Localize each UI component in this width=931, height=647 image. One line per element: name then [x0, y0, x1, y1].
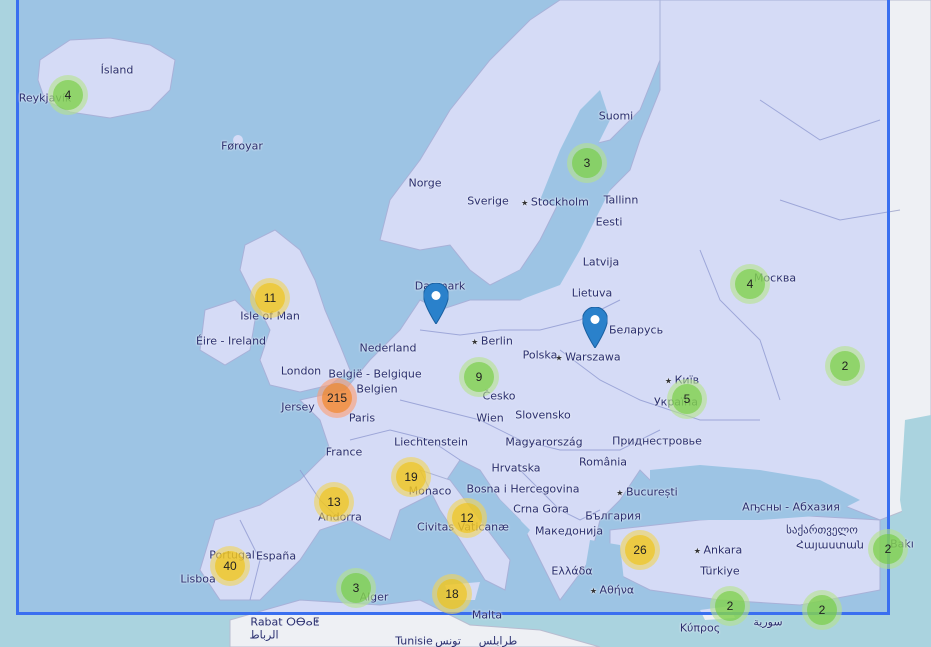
cluster-count: 9 — [464, 362, 494, 392]
cluster-marker-caucasus[interactable]: 2 — [868, 529, 908, 569]
place-label-apsny: Аҧсны - Абхазия — [742, 500, 840, 514]
place-label-kypros: Κύπρος — [679, 621, 721, 635]
place-label-suomi: Suomi — [598, 109, 634, 123]
cluster-count: 2 — [830, 351, 860, 381]
place-label-polska: Polska — [522, 348, 558, 362]
cluster-count: 12 — [452, 503, 482, 533]
cluster-count: 2 — [873, 534, 903, 564]
cluster-marker-rome[interactable]: 12 — [447, 498, 487, 538]
cluster-count: 4 — [53, 80, 83, 110]
cluster-marker-portugal[interactable]: 40 — [210, 546, 250, 586]
cluster-count: 4 — [735, 269, 765, 299]
place-label-malta: Malta — [471, 608, 503, 622]
place-label-rabat-ar: الرباط — [249, 628, 279, 642]
place-label-lisboa: Lisboa — [180, 572, 216, 586]
map-pin-icon-hamburg[interactable] — [422, 282, 450, 328]
place-label-rabat: Rabat ⵔⴱⴰⵟ — [250, 615, 320, 629]
place-label-romania: România — [578, 455, 628, 469]
place-label-ankara: Ankara — [694, 544, 743, 557]
cluster-marker-iceland[interactable]: 4 — [48, 75, 88, 115]
cluster-marker-paris[interactable]: 215 — [317, 378, 357, 418]
place-label-stockholm: Stockholm — [521, 196, 589, 209]
place-label-liechtenstein: Liechtenstein — [394, 435, 468, 449]
cluster-count: 2 — [807, 595, 837, 625]
cluster-count: 2 — [715, 591, 745, 621]
place-label-eire: Éire - Ireland — [195, 334, 267, 348]
place-label-crna-gora: Crna Gora — [513, 502, 569, 516]
place-label-magyarorszag: Magyarország — [505, 435, 583, 449]
cluster-marker-finland[interactable]: 3 — [567, 143, 607, 183]
cluster-count: 19 — [396, 462, 426, 492]
place-label-belarus: Беларусь — [608, 323, 664, 337]
cluster-marker-algeria[interactable]: 3 — [336, 568, 376, 608]
place-label-nederland: Nederland — [359, 341, 417, 355]
cluster-count: 13 — [319, 487, 349, 517]
place-label-sverige: Sverige — [467, 194, 509, 208]
place-label-ellada: Ελλάδα — [551, 564, 593, 578]
cluster-count: 3 — [572, 148, 602, 178]
place-label-athina: Αθήνα — [590, 584, 635, 597]
place-label-suriya: سورية — [753, 615, 783, 629]
place-label-pridnestrovie: Приднестровье — [612, 434, 702, 448]
cluster-marker-alps[interactable]: 19 — [391, 457, 431, 497]
cluster-count: 11 — [255, 283, 285, 313]
place-label-libya: طرابلس — [478, 634, 518, 647]
place-label-belgien: Belgien — [356, 382, 398, 396]
place-label-lietuva: Lietuva — [571, 286, 613, 300]
place-label-bosna: Bosna i Hercegovina — [466, 482, 580, 496]
place-label-berlin: Berlin — [471, 335, 513, 348]
place-label-bucuresti: București — [616, 486, 678, 499]
cluster-marker-ukraine[interactable]: 5 — [667, 379, 707, 419]
cluster-count: 215 — [322, 383, 352, 413]
place-label-espana: España — [255, 549, 297, 563]
place-label-warszawa: Warszawa — [555, 351, 620, 364]
cluster-marker-uk-north[interactable]: 11 — [250, 278, 290, 318]
cluster-marker-turkey-west[interactable]: 26 — [620, 530, 660, 570]
place-label-norge: Norge — [408, 176, 442, 190]
place-label-armenia: Հայաստան — [796, 538, 864, 552]
cluster-marker-syria[interactable]: 2 — [802, 590, 842, 630]
place-label-wien: Wien — [476, 411, 504, 425]
map-view[interactable]: ÍslandReykjavíkFøroyarSuomiNorgeSverigeS… — [0, 0, 931, 647]
map-pin-icon-warsaw[interactable] — [581, 306, 609, 352]
cluster-count: 40 — [215, 551, 245, 581]
place-label-slovensko: Slovensko — [515, 408, 571, 422]
cluster-count: 26 — [625, 535, 655, 565]
cluster-marker-pyrenees[interactable]: 13 — [314, 482, 354, 522]
place-label-london: London — [280, 364, 322, 378]
cluster-count: 18 — [437, 579, 467, 609]
cluster-marker-sicily[interactable]: 18 — [432, 574, 472, 614]
place-label-jersey: Jersey — [281, 400, 315, 414]
place-label-france: France — [325, 445, 363, 459]
place-label-makedonija: Македонија — [534, 524, 604, 538]
place-label-hrvatska: Hrvatska — [491, 461, 541, 475]
cluster-marker-volga[interactable]: 2 — [825, 346, 865, 386]
place-label-tunisie-ar: تونس — [435, 634, 461, 647]
basemap — [0, 0, 931, 647]
cluster-count: 5 — [672, 384, 702, 414]
place-label-paris: Paris — [348, 411, 376, 425]
cluster-count: 3 — [341, 573, 371, 603]
place-label-tallinn: Tallinn — [603, 193, 639, 207]
place-label-tunisie: Tunisie — [395, 634, 433, 647]
cluster-marker-cyprus[interactable]: 2 — [710, 586, 750, 626]
place-label-bulgaria: България — [585, 509, 641, 523]
place-label-foroyar: Føroyar — [221, 139, 263, 153]
place-label-island: Ísland — [100, 63, 134, 77]
cluster-marker-moscow[interactable]: 4 — [730, 264, 770, 304]
place-label-latvija: Latvija — [582, 255, 620, 269]
place-label-georgia: საქართველო — [786, 523, 858, 537]
cluster-marker-germany[interactable]: 9 — [459, 357, 499, 397]
place-label-turkiye: Türkiye — [700, 564, 740, 578]
place-label-eesti: Eesti — [595, 215, 623, 229]
